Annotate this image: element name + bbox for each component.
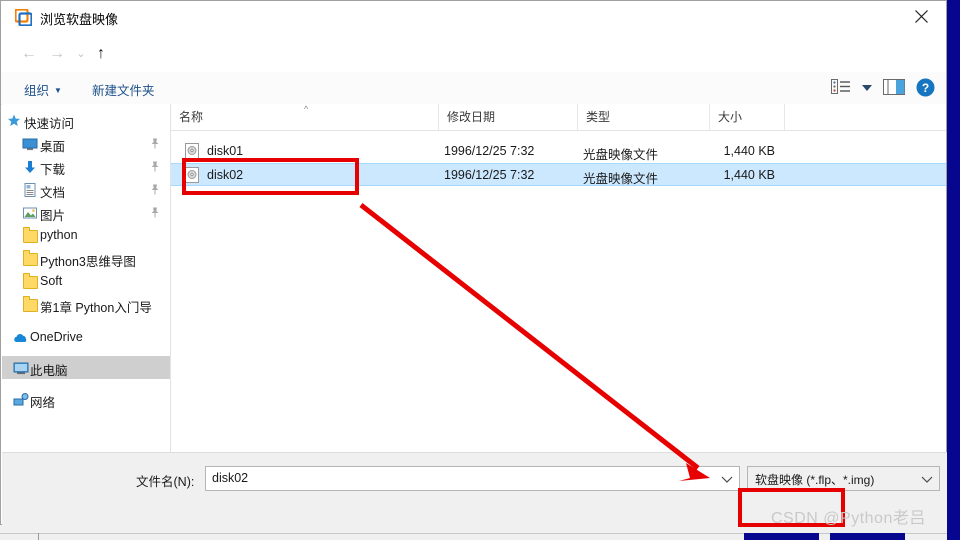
column-header-size[interactable]: 大小 [709,104,784,130]
sidebar-item-quick-access[interactable]: 快速访问 [2,109,170,132]
command-bar: 组织 ▼ 新建文件夹 ? [1,72,946,105]
star-pin-icon [6,113,22,129]
cell-size: 1,440 KB [723,168,775,182]
new-folder-button[interactable]: 新建文件夹 [92,80,155,99]
sidebar-item-label: 下载 [40,163,66,177]
sidebar-item-label: 桌面 [40,140,66,154]
sidebar-item-label: 此电脑 [30,364,68,378]
pin-icon[interactable] [150,207,160,218]
chevron-down-icon[interactable] [918,471,936,487]
sidebar-item-label: 图片 [40,209,66,223]
sidebar-item-pictures[interactable]: 图片 [2,201,170,224]
sidebar-item-python[interactable]: python [2,224,170,247]
organize-button[interactable]: 组织 ▼ [24,80,62,99]
column-header-type[interactable]: 类型 [577,104,709,130]
sidebar-item-label: python [40,228,78,242]
document-icon [22,182,38,198]
filter-value: 软盘映像 (*.flp、*.img) [755,473,875,487]
download-icon [22,159,38,175]
sidebar-item-label: 网络 [30,396,56,410]
sidebar-item-downloads[interactable]: 下载 [2,155,170,178]
sidebar-item-this-pc[interactable]: 此电脑 [2,356,170,379]
close-button[interactable] [900,1,946,32]
thispc-icon [13,360,29,376]
sidebar-item-desktop[interactable]: 桌面 [2,132,170,155]
sidebar-item-onedrive[interactable]: OneDrive [2,326,170,349]
background-taskbar-item-1 [744,533,819,540]
browse-floppy-image-dialog: 浏览软盘映像 ← → ⌄ ↑ ›此电脑›BOOTCAMP (C:)›ISO›Mi… [0,0,947,526]
network-icon [13,392,29,408]
sidebar-item-python3-mindmap[interactable]: Python3思维导图 [2,247,170,270]
preview-pane-icon[interactable] [883,79,905,98]
window-title: 浏览软盘映像 [40,12,119,27]
view-dropdown-icon[interactable] [861,82,873,96]
sort-ascending-icon: ^ [304,104,309,114]
desktop-icon [22,136,38,152]
background-taskbar-item-2 [830,533,905,540]
folder-icon [23,227,38,243]
pin-icon[interactable] [150,184,160,195]
folder-icon [23,296,38,312]
disc-image-icon [185,143,199,159]
filename-label: 文件名(N): [136,475,195,489]
sidebar-item-label: Python3思维导图 [40,255,136,269]
onedrive-icon [13,330,29,346]
pin-icon[interactable] [150,161,160,172]
sidebar-item-soft[interactable]: Soft [2,270,170,293]
screen-root: 浏览软盘映像 ← → ⌄ ↑ ›此电脑›BOOTCAMP (C:)›ISO›Mi… [0,0,960,540]
annotation-box-selected-file [182,158,359,195]
sidebar-item-network[interactable]: 网络 [2,388,170,411]
organize-label: 组织 [24,84,50,98]
chevron-down-icon: ▼ [54,86,62,95]
cell-size: 1,440 KB [723,144,775,158]
folder-icon [23,250,38,266]
sidebar-item-label: 快速访问 [24,117,75,131]
vmware-icon [14,8,33,27]
cell-type: 光盘映像文件 [583,172,659,186]
filename-input[interactable]: disk02 [205,466,740,491]
title-bar: 浏览软盘映像 [1,1,946,34]
file-list-pane: 名称 ^ 修改日期 类型 大小 disk01 1996/12/25 7:32 光… [171,104,946,452]
column-header-modified[interactable]: 修改日期 [438,104,577,130]
cell-modified: 1996/12/25 7:32 [444,168,535,182]
sidebar-item-label: Soft [40,274,63,288]
column-header-row: 名称 ^ 修改日期 类型 大小 [171,104,946,131]
sidebar-item-label: OneDrive [30,330,83,344]
cell-modified: 1996/12/25 7:32 [444,144,535,158]
chevron-down-icon[interactable] [718,471,736,487]
sidebar-item-label: 文档 [40,186,66,200]
sidebar-item-label: 第1章 Python入门导 [40,301,152,315]
folder-icon [23,273,38,289]
pin-icon[interactable] [150,138,160,149]
watermark: CSDN @Python老吕 [771,510,926,527]
sidebar-item-chapter1[interactable]: 第1章 Python入门导 [2,293,170,316]
view-options-icon[interactable] [831,79,851,98]
recent-locations-button[interactable]: ⌄ [71,44,91,64]
sidebar-item-documents[interactable]: 文档 [2,178,170,201]
filename-value: disk02 [212,471,249,485]
svg-text:?: ? [922,81,929,95]
up-button[interactable]: ↑ [91,44,111,64]
help-icon[interactable]: ? [916,78,935,100]
cell-name: disk01 [207,144,244,158]
background-vmware-canvas [947,0,960,540]
pictures-icon [22,205,38,221]
column-header-spare[interactable] [784,104,946,130]
navigation-pane: 快速访问 桌面 下载 文档 图片 python Python3思维导图 Soft… [2,104,170,452]
navigation-bar: ← → ⌄ ↑ ›此电脑›BOOTCAMP (C:)›ISO›Microsoft… [1,34,946,99]
back-button[interactable]: ← [19,44,39,64]
forward-button[interactable]: → [47,44,67,64]
cell-type: 光盘映像文件 [583,148,659,162]
background-window-divider-2 [38,533,39,540]
